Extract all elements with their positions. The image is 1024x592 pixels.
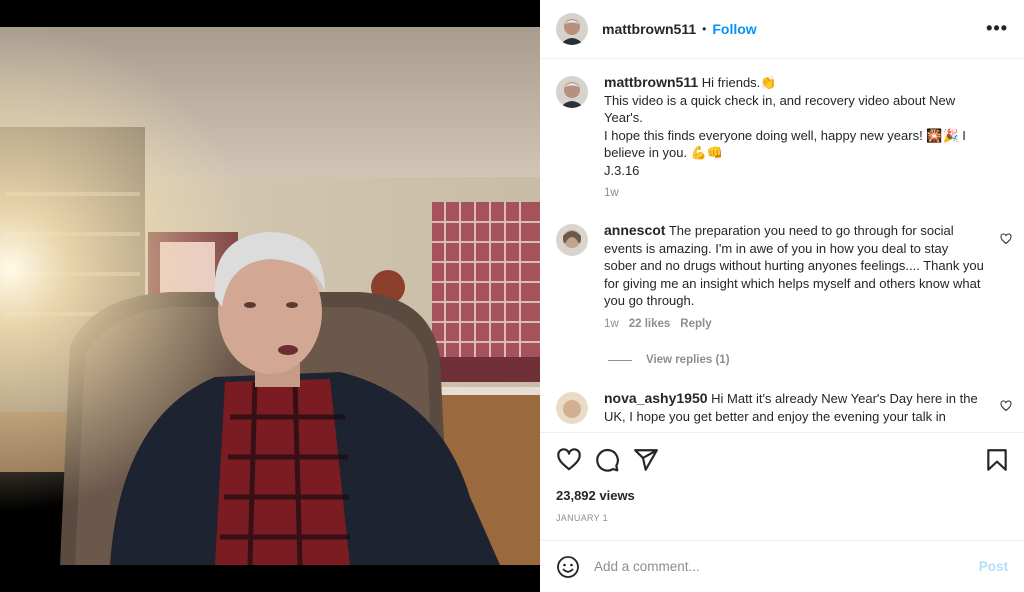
post-date: JANUARY 1 [556, 513, 608, 523]
comment-time: 1w [604, 317, 619, 330]
comments-list[interactable]: mattbrown511 Hi friends.👏 This video is … [540, 60, 1024, 431]
caption-username[interactable]: mattbrown511 [604, 74, 698, 90]
caption-meta: 1w [604, 185, 984, 203]
caption-line-2: This video is a quick check in, and reco… [604, 92, 956, 126]
reply-button[interactable]: Reply [680, 316, 711, 334]
post-header: mattbrown511 • Follow ••• [540, 0, 1024, 59]
comment-like-heart-icon[interactable] [1000, 400, 1012, 412]
share-icon[interactable] [633, 447, 659, 473]
comment-text: nova_ashy1950 Hi Matt it's already New Y… [604, 390, 984, 425]
add-comment-bar: Post [540, 540, 1024, 592]
comment-icon[interactable] [594, 447, 620, 473]
comment-meta: 1w 22 likes Reply [604, 316, 984, 334]
comment-item: annescot The preparation you need to go … [556, 222, 996, 333]
more-icon[interactable]: ••• [986, 18, 1008, 39]
caption-author-avatar[interactable] [556, 76, 588, 108]
comment-like-heart-icon[interactable] [1000, 233, 1012, 245]
comment-input[interactable] [594, 559, 979, 574]
post-button[interactable]: Post [979, 559, 1008, 574]
view-replies-button[interactable]: View replies (1) [608, 354, 730, 366]
video-panel[interactable] [0, 0, 540, 592]
caption-time: 1w [604, 187, 619, 199]
comment-body: nova_ashy1950 Hi Matt it's already New Y… [604, 390, 984, 425]
separator-dot: • [702, 22, 707, 36]
comment-item: nova_ashy1950 Hi Matt it's already New Y… [556, 390, 996, 425]
post-actions-area: 23,892 views JANUARY 1 [540, 432, 1024, 540]
commenter-avatar[interactable] [556, 392, 588, 424]
caption-text: mattbrown511 Hi friends.👏 This video is … [604, 74, 984, 179]
video-player[interactable] [0, 27, 540, 565]
follow-button[interactable]: Follow [712, 21, 756, 37]
video-frame [0, 27, 540, 565]
author-avatar[interactable] [556, 13, 588, 45]
action-bar [554, 447, 1010, 473]
caption: mattbrown511 Hi friends.👏 This video is … [556, 74, 996, 203]
heart-icon[interactable] [556, 447, 582, 473]
view-replies-line [608, 359, 632, 361]
comment-text: annescot The preparation you need to go … [604, 222, 984, 310]
bookmark-icon[interactable] [984, 447, 1010, 473]
comment-body: annescot The preparation you need to go … [604, 222, 984, 333]
post-details-panel: mattbrown511 • Follow ••• mattbrown511 H… [540, 0, 1024, 592]
emoji-icon[interactable] [556, 555, 580, 579]
commenter-avatar[interactable] [556, 224, 588, 256]
comment-likes[interactable]: 22 likes [629, 316, 671, 334]
caption-line-4: J.3.16 [604, 162, 640, 178]
caption-line-3: I hope this finds everyone doing well, h… [604, 127, 966, 161]
caption-line-1: Hi friends.👏 [701, 75, 777, 90]
view-replies-label: View replies (1) [646, 354, 730, 366]
commenter-username[interactable]: annescot [604, 222, 665, 238]
view-count[interactable]: 23,892 views [556, 488, 635, 503]
caption-body: mattbrown511 Hi friends.👏 This video is … [604, 74, 984, 203]
author-username[interactable]: mattbrown511 [602, 21, 696, 37]
commenter-username[interactable]: nova_ashy1950 [604, 390, 708, 406]
